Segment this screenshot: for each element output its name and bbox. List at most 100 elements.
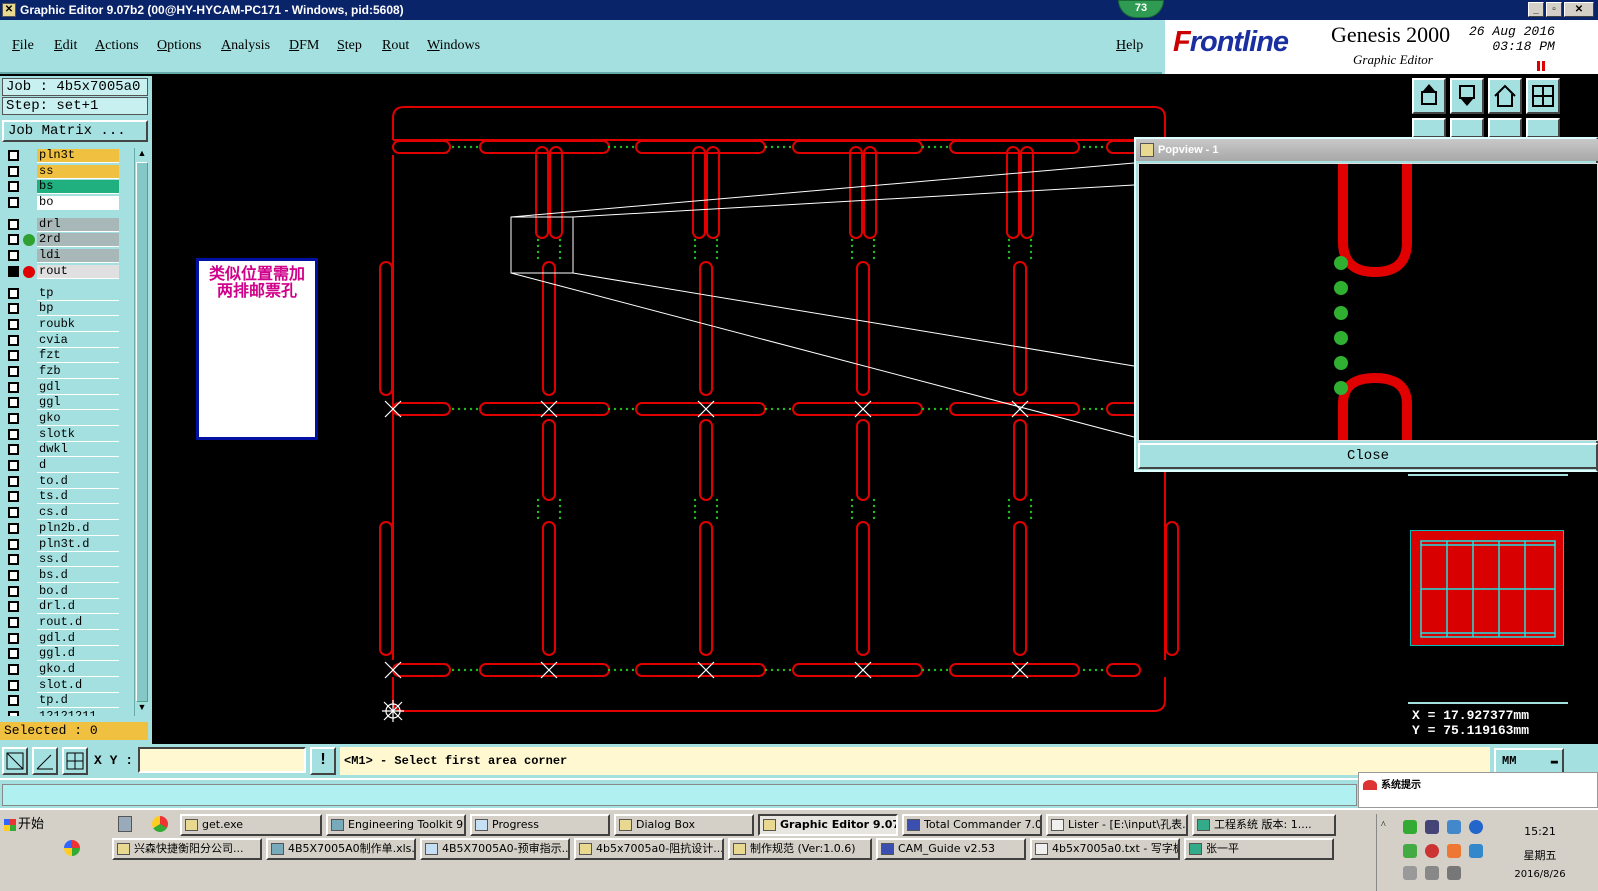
- menu-file[interactable]: File: [12, 38, 34, 54]
- layer-scrollbar[interactable]: ▲ ▼: [134, 148, 148, 716]
- layer-name[interactable]: bs: [37, 180, 119, 195]
- taskbar-task[interactable]: Dialog Box: [614, 814, 754, 836]
- layer-checkbox[interactable]: [8, 250, 19, 262]
- layer-row[interactable]: bo.d: [2, 584, 134, 600]
- layer-row[interactable]: dwkl: [2, 442, 134, 458]
- layer-name[interactable]: tp: [37, 286, 119, 301]
- layer-row[interactable]: pln3t.d: [2, 537, 134, 553]
- taskbar-task[interactable]: 4b5x7005a0-阻抗设计...: [574, 838, 724, 860]
- layer-row[interactable]: cs.d: [2, 505, 134, 521]
- layer-row[interactable]: rout.d: [2, 615, 134, 631]
- chevron-up-icon[interactable]: ^: [1381, 820, 1386, 831]
- layer-checkbox[interactable]: [8, 664, 19, 675]
- layer-name[interactable]: pln3t.d: [37, 537, 119, 552]
- layer-row[interactable]: tp.d: [2, 693, 134, 709]
- layer-name[interactable]: 12121211: [37, 710, 119, 716]
- layer-name[interactable]: slot.d: [37, 678, 119, 693]
- layer-checkbox[interactable]: [8, 648, 19, 660]
- layer-row[interactable]: bs.d: [2, 568, 134, 584]
- taskbar-task[interactable]: Lister - [E:\input\孔表...: [1046, 814, 1188, 836]
- layer-checkbox[interactable]: [8, 538, 19, 550]
- layer-row[interactable]: roubk: [2, 317, 134, 333]
- scroll-thumb[interactable]: [136, 162, 148, 702]
- layer-row[interactable]: ggl.d: [2, 646, 134, 662]
- layer-checkbox[interactable]: [8, 444, 19, 456]
- layer-checkbox[interactable]: [8, 616, 19, 628]
- snap-icon[interactable]: [2, 747, 28, 775]
- menu-step[interactable]: Step: [337, 38, 362, 54]
- layer-name[interactable]: d: [37, 459, 119, 474]
- layer-name[interactable]: bp: [37, 302, 119, 317]
- start-button[interactable]: 开始: [2, 814, 48, 836]
- layer-row[interactable]: pln2b.d: [2, 521, 134, 537]
- layer-name[interactable]: ggl: [37, 396, 119, 411]
- tray-icon-3[interactable]: [1447, 820, 1461, 834]
- taskbar-task[interactable]: 4B5X7005A0制作单.xls...: [266, 838, 416, 860]
- menu-actions[interactable]: Actions: [95, 38, 139, 54]
- layer-name[interactable]: cvia: [37, 333, 119, 348]
- layer-row[interactable]: tp: [2, 286, 134, 302]
- layer-row[interactable]: ts.d: [2, 489, 134, 505]
- taskbar-task[interactable]: Progress: [470, 814, 610, 836]
- download-layer-button[interactable]: [1450, 78, 1484, 114]
- taskbar-task[interactable]: 4b5x7005a0.txt - 写字板: [1030, 838, 1180, 860]
- layer-name[interactable]: pln2b.d: [37, 521, 119, 536]
- bluetooth-icon[interactable]: [1469, 820, 1483, 834]
- layer-row[interactable]: slot.d: [2, 678, 134, 694]
- layer-checkbox[interactable]: [8, 350, 19, 362]
- taskbar-task[interactable]: 工程系统 版本: 1....: [1192, 814, 1336, 836]
- scroll-up-icon[interactable]: ▲: [136, 148, 148, 160]
- layer-row[interactable]: drl.d: [2, 599, 134, 615]
- layer-name[interactable]: rout.d: [37, 615, 119, 630]
- layer-checkbox[interactable]: [8, 554, 19, 566]
- layer-checkbox[interactable]: [8, 569, 19, 581]
- menu-edit[interactable]: Edit: [54, 38, 77, 54]
- layer-checkbox[interactable]: [8, 150, 19, 161]
- layer-name[interactable]: tp.d: [37, 694, 119, 709]
- popview-title-bar[interactable]: Popview - 1: [1136, 139, 1598, 161]
- layer-name[interactable]: ss: [37, 164, 119, 179]
- layer-row[interactable]: bp: [2, 301, 134, 317]
- quicklaunch-desktop-icon[interactable]: [118, 816, 132, 832]
- layer-checkbox[interactable]: [8, 428, 19, 440]
- layer-checkbox[interactable]: [8, 303, 19, 315]
- layer-name[interactable]: fzb: [37, 364, 119, 379]
- tray-icon-7[interactable]: [1447, 844, 1461, 858]
- job-matrix-button[interactable]: Job Matrix ...: [2, 120, 148, 142]
- system-tip-window[interactable]: 系统提示: [1358, 772, 1598, 808]
- layer-name[interactable]: gko: [37, 412, 119, 426]
- layer-name[interactable]: bo.d: [37, 584, 119, 599]
- menu-dfm[interactable]: DFM: [289, 38, 319, 54]
- popview-close-button[interactable]: Close: [1138, 443, 1598, 469]
- layer-name[interactable]: fzt: [37, 349, 119, 364]
- menu-windows[interactable]: Windows: [427, 38, 480, 54]
- layer-row[interactable]: gko: [2, 411, 134, 427]
- layer-checkbox[interactable]: [8, 181, 19, 193]
- layer-checkbox[interactable]: [8, 632, 19, 644]
- layer-checkbox[interactable]: [8, 397, 19, 409]
- layer-row[interactable]: d: [2, 458, 134, 474]
- quicklaunch-app-icon[interactable]: [64, 840, 80, 856]
- menu-options[interactable]: Options: [157, 38, 201, 54]
- tool-button-5[interactable]: [1412, 118, 1446, 138]
- layer-row[interactable]: ldi: [2, 248, 134, 264]
- tray-icon-8[interactable]: [1469, 844, 1483, 858]
- taskbar-task[interactable]: Total Commander 7.0 ...: [902, 814, 1042, 836]
- layer-name[interactable]: ggl.d: [37, 647, 119, 662]
- tray-icon-6[interactable]: [1425, 844, 1439, 858]
- layer-checkbox[interactable]: [8, 234, 19, 246]
- layer-name[interactable]: drl.d: [37, 600, 119, 615]
- menu-rout[interactable]: Rout: [382, 38, 409, 54]
- taskbar-task[interactable]: Engineering Toolkit 9....: [326, 814, 466, 836]
- layer-checkbox[interactable]: [8, 413, 19, 424]
- tool-button-6[interactable]: [1450, 118, 1484, 138]
- layer-name[interactable]: bs.d: [37, 568, 119, 583]
- layer-checkbox[interactable]: [8, 679, 19, 691]
- menu-analysis[interactable]: Analysis: [221, 38, 270, 54]
- layer-row[interactable]: 2rd: [2, 232, 134, 248]
- layer-checkbox[interactable]: [8, 365, 19, 377]
- units-dropdown[interactable]: MM ▬: [1494, 748, 1564, 774]
- layer-name[interactable]: to.d: [37, 474, 119, 489]
- layer-name[interactable]: bo: [37, 196, 119, 211]
- shield-icon[interactable]: [1403, 844, 1417, 858]
